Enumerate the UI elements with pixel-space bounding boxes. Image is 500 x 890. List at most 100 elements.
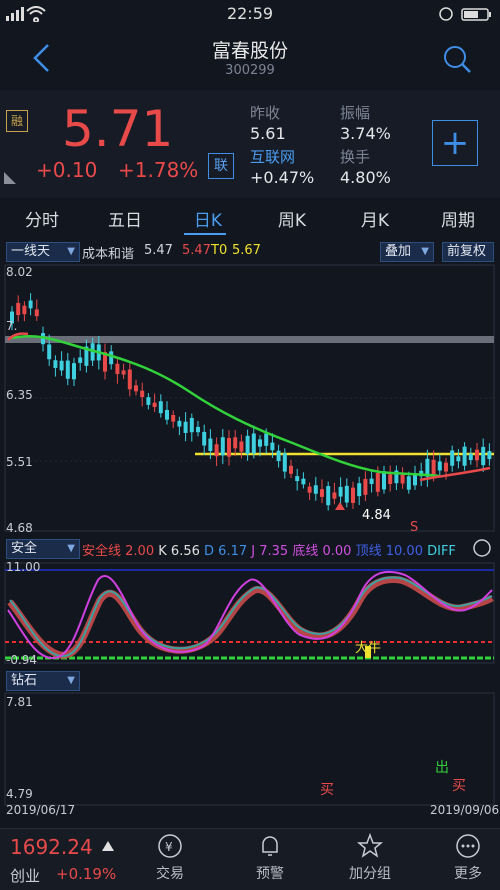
k-value: 6.56 [170,544,200,559]
candle-body [487,451,492,460]
y-mid1-label: 6.35 [6,388,33,402]
candle-body [53,360,58,368]
panel2-indicator-select[interactable]: 安全 ▼ [6,539,80,559]
candle-body [59,360,64,371]
tab-intraday[interactable]: 分时 [2,206,82,231]
overlay-select[interactable]: 叠加 ▼ [380,242,434,262]
sell-signal: S [410,520,418,534]
nav-more[interactable]: 更多 [438,833,498,883]
index-name: 创业 [10,867,41,885]
last-price: 5.71 [62,100,174,158]
candle-body [177,420,182,427]
safety-indicator-chart[interactable]: 11.00 -0.94 大牛 [0,560,500,666]
bottom-bar: 1692.24 创业 +0.19% ¥ 交易 预警 加分组 更多 [0,828,500,890]
bell-icon [262,836,278,856]
add-watchlist-button[interactable]: + [432,120,478,166]
candle-body [475,449,479,461]
candle-body [16,302,21,316]
kline-indicator-select-label: 一线天 [11,244,51,259]
candle-body [444,462,448,472]
panel2-y-bottom: -0.94 [6,653,37,666]
safe-line-value: 2.00 [125,544,155,559]
sector-link[interactable]: 互联网 [250,146,295,167]
tab-five-day[interactable]: 五日 [85,206,165,231]
dropdown-icon: ▼ [67,675,75,686]
status-time: 22:59 [226,4,274,23]
active-tab-indicator [184,233,226,235]
low-price-label: 4.84 [362,508,391,523]
candle-body [171,414,176,422]
candle-body [264,433,269,446]
index-value[interactable]: 1692.24 [10,835,93,859]
candle-body [134,385,138,392]
status-bar: 22:59 [0,0,500,28]
page-title: 富春股份 [211,40,288,62]
candle-body [406,476,411,490]
panel2-indicator-select-label: 安全 [11,541,38,556]
diamond-indicator-chart[interactable]: 7.81 4.79 买 出 买 2019/06/17 2019/09/06 [0,690,500,816]
candle-body [338,486,343,497]
candle-body [208,438,213,451]
candles [10,293,492,511]
prev-close-label: 昨收 [250,104,281,122]
panel-settings-icon[interactable] [472,538,492,558]
candle-body [115,363,120,375]
tab-weekly-k[interactable]: 周K [252,206,332,231]
quote-panel: 融 5.71 +0.10 +1.78% 联 昨收 5.61 互联网 +0.47%… [0,90,500,198]
search-icon[interactable] [442,44,472,74]
kline-indicator-select[interactable]: 一线天 ▼ [6,242,80,262]
candle-body [109,351,114,365]
corner-triangle-icon [4,172,16,184]
top-line-value: 10.00 [385,544,423,559]
kline-chart[interactable]: 8.02 7. 6.35 5.51 4.68 4.84 S [0,262,500,534]
bottom-line-value: 0.00 [322,544,352,559]
nav-alert[interactable]: 预警 [240,833,300,883]
candle-body [301,478,306,485]
margin-badge: 融 [6,110,28,132]
turnover-label: 换手 [340,148,371,166]
lian-button[interactable]: 联 [208,153,234,179]
candle-body [382,471,386,490]
adjust-button[interactable]: 前复权 [442,242,494,262]
page-header: 富春股份 300299 [0,28,500,90]
candle-body [227,438,231,457]
t0-value: 5.67 [232,243,261,258]
prev-close-value: 5.61 [250,124,286,143]
d-label: D [204,544,215,559]
nav-trade[interactable]: ¥ 交易 [140,833,200,883]
sector-pct: +0.47% [250,168,315,187]
price-change: +0.10 [36,158,98,182]
candle-body [189,417,194,433]
candle-body [65,360,70,379]
amplitude-label: 振幅 [340,104,371,122]
tab-period[interactable]: 周期 [418,206,498,231]
candle-body [28,300,33,309]
nav-alert-label: 预警 [256,866,284,882]
panel3-indicator-select[interactable]: 钻石 ▼ [6,671,80,691]
overlay-select-label: 叠加 [385,244,412,259]
y-top-label: 8.02 [6,265,33,279]
j-label: J [251,544,256,559]
amplitude-value: 3.74% [340,124,391,143]
candle-body [320,489,324,497]
panel2-y-top: 11.00 [6,560,40,574]
svg-text:¥: ¥ [165,840,173,854]
buy-signal-1: 买 [320,782,334,798]
tab-daily-k[interactable]: 日K [168,206,248,231]
candle-body [313,485,318,494]
j-value: 7.35 [259,544,289,559]
tab-monthly-k[interactable]: 月K [335,206,415,231]
candle-body [276,450,281,462]
trade-icon: ¥ [158,834,182,858]
candle-body [307,486,312,493]
dropdown-icon: ▼ [67,246,75,257]
dropdown-icon: ▼ [67,543,75,554]
nav-group-label: 加分组 [349,866,391,882]
nav-group[interactable]: 加分组 [340,832,400,883]
panel3-frame [4,692,495,806]
candle-body [450,450,455,466]
exit-signal: 出 [435,760,449,776]
candle-body [72,363,76,380]
t0-label: T0 [211,243,228,258]
candle-body [481,446,486,466]
